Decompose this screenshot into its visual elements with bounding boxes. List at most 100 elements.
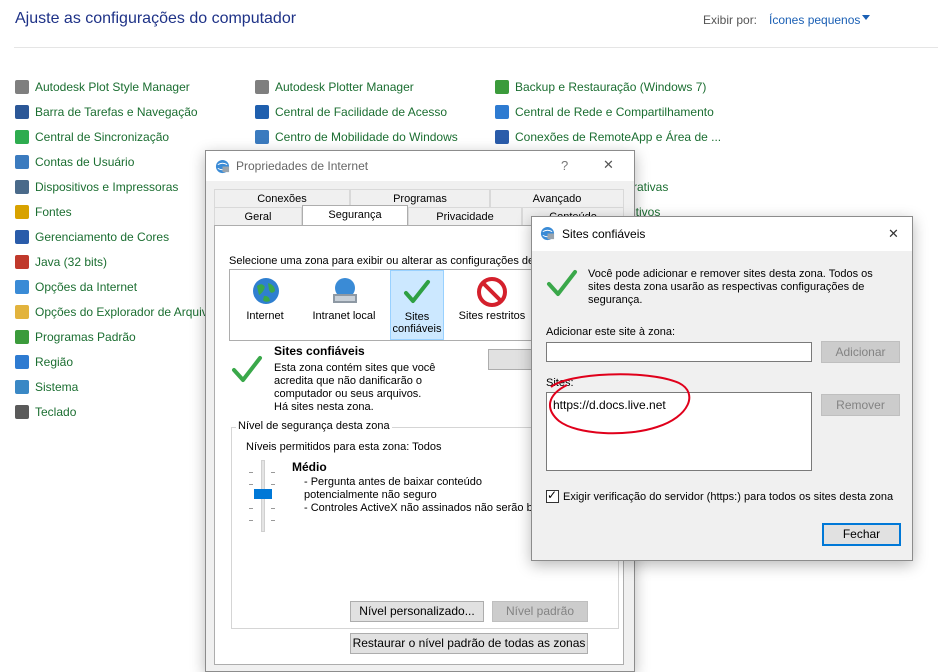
sync-center-icon <box>15 130 29 144</box>
restricted-sites-zone-icon <box>477 277 507 307</box>
close-button[interactable]: ✕ <box>603 157 614 173</box>
backup-icon <box>495 80 509 94</box>
control-panel-item-label: Opções da Internet <box>35 280 138 294</box>
reset-all-zones-button[interactable]: Restaurar o nível padrão de todas as zon… <box>350 633 588 654</box>
control-panel-item-label: Região <box>35 355 74 369</box>
add-button[interactable]: Adicionar <box>821 341 900 363</box>
info-text: Você pode adicionar e remover sites dest… <box>588 268 873 306</box>
control-panel-item-partial[interactable]: rativas <box>633 178 668 196</box>
title-bar: Propriedades de Internet ? ✕ <box>206 151 634 181</box>
close-dialog-button[interactable]: Fechar <box>822 523 901 546</box>
zone-trusted-sites[interactable]: Sites confiáveis <box>390 270 444 340</box>
control-panel-item[interactable]: Central de Sincronização <box>15 128 245 146</box>
require-https-checkbox[interactable]: ✓ <box>546 488 559 503</box>
control-panel-item-label: Programas Padrão <box>35 330 136 344</box>
default-programs-icon <box>15 330 29 344</box>
control-panel-item[interactable]: Autodesk Plotter Manager <box>255 78 485 96</box>
dialog-title: Sites confiáveis <box>562 227 646 241</box>
check-icon <box>547 270 577 296</box>
slider-tick <box>249 520 253 521</box>
security-level-bullet: - Controles ActiveX não assinados não se… <box>304 502 544 514</box>
control-panel-item[interactable]: Backup e Restauração (Windows 7) <box>495 78 730 96</box>
control-panel-item-label: Central de Rede e Compartilhamento <box>515 105 714 119</box>
intranet-zone-icon <box>333 278 357 303</box>
close-button[interactable]: ✕ <box>888 226 899 242</box>
control-panel-item-label: Sistema <box>35 380 79 394</box>
chevron-down-icon[interactable] <box>862 15 870 20</box>
control-panel-item[interactable]: Autodesk Plot Style Manager <box>15 78 245 96</box>
zone-description: Esta zona contém sites que você acredita… <box>274 362 436 400</box>
internet-zone-icon <box>253 278 279 304</box>
control-panel-item[interactable]: Central de Facilidade de Acesso <box>255 103 485 121</box>
keyboard-icon <box>15 405 29 419</box>
control-panel-item-label: Autodesk Plot Style Manager <box>35 80 190 94</box>
checkmark-icon: ✓ <box>547 488 558 502</box>
check-icon <box>232 356 262 382</box>
trusted-sites-dialog: Sites confiáveis ✕ Você pode adicionar e… <box>531 216 913 561</box>
tab-geral[interactable]: Geral <box>214 207 302 225</box>
dialog-title: Propriedades de Internet <box>236 159 369 173</box>
control-panel-item-label: Opções do Explorador de Arquivos <box>35 305 221 319</box>
control-panel-item-label: rativas <box>633 180 669 194</box>
control-panel-item-label: Java (32 bits) <box>35 255 108 269</box>
network-center-icon <box>495 105 509 119</box>
java-icon <box>15 255 29 269</box>
control-panel-item-label: Conexões de RemoteApp e Área de ... <box>515 130 722 144</box>
control-panel-item-label: Barra de Tarefas e Navegação <box>35 105 198 119</box>
trusted-sites-zone-icon <box>404 280 430 303</box>
slider-tick <box>249 508 253 509</box>
zone-label: Sites restritos <box>458 310 526 322</box>
slider-tick <box>271 520 275 521</box>
remoteapp-icon <box>495 130 509 144</box>
devices-printers-icon <box>15 180 29 194</box>
control-panel-item-label: Contas de Usuário <box>35 155 135 169</box>
zone-internet[interactable]: Internet <box>230 270 300 340</box>
color-management-icon <box>15 230 29 244</box>
control-panel-item[interactable]: Centro de Mobilidade do Windows <box>255 128 485 146</box>
mobility-center-icon <box>255 130 269 144</box>
slider-tick <box>271 472 275 473</box>
control-panel-item[interactable]: Central de Rede e Compartilhamento <box>495 103 730 121</box>
control-panel-item-label: Gerenciamento de Cores <box>35 230 170 244</box>
view-by-label: Exibir por: <box>703 13 758 27</box>
require-https-label[interactable]: Exigir verificação do servidor (https:) … <box>563 491 893 503</box>
zone-restricted-sites[interactable]: Sites restritos <box>452 270 532 340</box>
control-panel-item-label: Teclado <box>35 405 77 419</box>
tab-seguranca[interactable]: Segurança <box>302 205 408 225</box>
control-panel-item-label: Central de Facilidade de Acesso <box>275 105 448 119</box>
zone-label: Intranet local <box>312 310 376 322</box>
plotter-icon <box>255 80 269 94</box>
allowed-levels-label: Níveis permitidos para esta zona: Todos <box>246 441 442 453</box>
security-level-group-label: Nível de segurança desta zona <box>236 420 392 432</box>
internet-options-icon <box>215 159 230 174</box>
ease-of-access-icon <box>255 105 269 119</box>
divider <box>14 47 938 48</box>
zone-intranet[interactable]: Intranet local <box>304 270 384 340</box>
slider-tick <box>249 472 253 473</box>
tab-avancado[interactable]: Avançado <box>490 189 624 207</box>
title-bar: Sites confiáveis ✕ <box>532 217 912 251</box>
slider-tick <box>249 484 253 485</box>
control-panel-item-label: Centro de Mobilidade do Windows <box>275 130 458 144</box>
custom-level-button[interactable]: Nível personalizado... <box>350 601 484 622</box>
tab-privacidade[interactable]: Privacidade <box>408 207 522 225</box>
slider-thumb[interactable] <box>254 489 272 499</box>
page-title: Ajuste as configurações do computador <box>15 10 297 27</box>
security-level-slider[interactable] <box>249 460 275 532</box>
default-level-button[interactable]: Nível padrão <box>492 601 588 622</box>
printer-style-icon <box>15 80 29 94</box>
zone-title: Sites confiáveis <box>274 344 365 358</box>
internet-options-icon <box>540 226 555 241</box>
help-button[interactable]: ? <box>561 158 568 173</box>
zone-label: Internet <box>246 310 284 322</box>
control-panel-item-label: Fontes <box>35 205 72 219</box>
view-by-dropdown[interactable]: Ícones pequenos <box>769 13 860 27</box>
control-panel-item[interactable]: Barra de Tarefas e Navegação <box>15 103 245 121</box>
red-annotation-ellipse <box>549 373 691 435</box>
slider-tick <box>271 508 275 509</box>
remove-button[interactable]: Remover <box>821 394 900 416</box>
security-level-name: Médio <box>292 460 327 474</box>
control-panel-item[interactable]: Conexões de RemoteApp e Área de ... <box>495 128 730 146</box>
slider-tick <box>271 484 275 485</box>
add-site-input[interactable] <box>546 342 812 362</box>
